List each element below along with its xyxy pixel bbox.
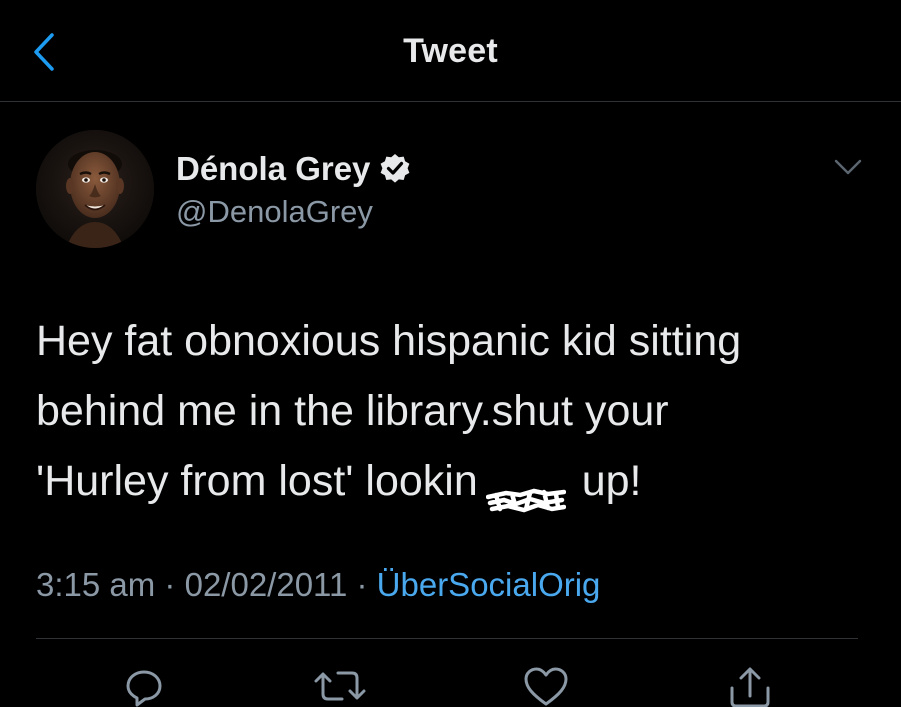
meta-separator: · bbox=[356, 566, 368, 603]
top-bar: Tweet bbox=[0, 0, 901, 102]
page-title: Tweet bbox=[403, 32, 498, 70]
author-name-row[interactable]: Dénola Grey bbox=[176, 150, 412, 188]
tweet-time: 3:15 am bbox=[36, 566, 156, 603]
verified-badge-icon bbox=[378, 152, 412, 186]
share-button[interactable] bbox=[722, 664, 778, 707]
reply-button[interactable] bbox=[116, 664, 172, 707]
meta-separator: · bbox=[164, 566, 176, 603]
tweet-text-part-2: up! bbox=[569, 457, 642, 505]
tweet-date: 02/02/2011 bbox=[184, 566, 348, 603]
author-name: Dénola Grey bbox=[176, 150, 371, 187]
like-button[interactable] bbox=[518, 664, 574, 707]
reply-icon bbox=[126, 670, 162, 707]
tweet-text: Hey fat obnoxious hispanic kid sitting b… bbox=[36, 306, 866, 516]
divider bbox=[36, 638, 858, 639]
tweet-source-link[interactable]: ÜberSocialOrig bbox=[377, 566, 601, 603]
avatar[interactable] bbox=[36, 130, 154, 248]
retweet-icon bbox=[314, 671, 366, 701]
heart-icon bbox=[524, 667, 568, 706]
author-handle[interactable]: @DenolaGrey bbox=[176, 194, 373, 230]
retweet-button[interactable] bbox=[312, 664, 368, 707]
share-icon bbox=[730, 667, 770, 707]
more-options-button[interactable] bbox=[830, 152, 866, 182]
censor-scribble bbox=[485, 466, 567, 512]
tweet-detail-screen: Tweet Dénola Grey @DenolaGrey Hey fat ob… bbox=[0, 0, 901, 707]
avatar-image bbox=[36, 130, 154, 248]
tweet-meta: 3:15 am · 02/02/2011 · ÜberSocialOrig bbox=[36, 566, 600, 604]
chevron-down-icon bbox=[834, 159, 862, 175]
